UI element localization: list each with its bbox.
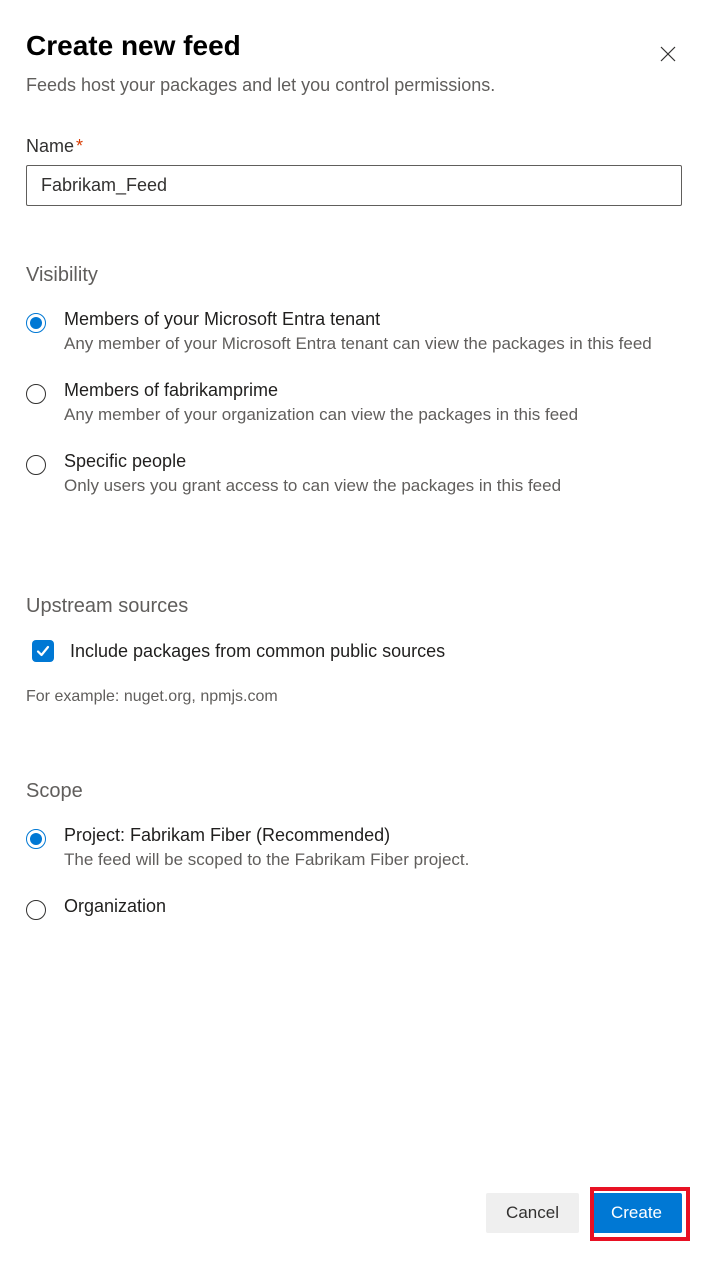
- close-button[interactable]: [654, 40, 682, 71]
- scope-option-project[interactable]: Project: Fabrikam Fiber (Recommended) Th…: [26, 825, 682, 872]
- scope-section-title: Scope: [26, 780, 682, 803]
- required-indicator: *: [76, 136, 83, 156]
- visibility-option-specific[interactable]: Specific people Only users you grant acc…: [26, 451, 682, 498]
- radio-icon: [26, 455, 46, 475]
- radio-title: Organization: [64, 896, 682, 917]
- page-subtitle: Feeds host your packages and let you con…: [26, 75, 682, 96]
- checkbox-label: Include packages from common public sour…: [70, 641, 445, 662]
- create-button[interactable]: Create: [591, 1193, 682, 1233]
- visibility-section-title: Visibility: [26, 264, 682, 287]
- radio-icon: [26, 900, 46, 920]
- radio-desc: The feed will be scoped to the Fabrikam …: [64, 848, 682, 872]
- radio-title: Project: Fabrikam Fiber (Recommended): [64, 825, 682, 846]
- radio-desc: Only users you grant access to can view …: [64, 474, 682, 498]
- scope-option-organization[interactable]: Organization: [26, 896, 682, 920]
- name-input[interactable]: [26, 165, 682, 206]
- page-title: Create new feed: [26, 30, 241, 62]
- radio-icon: [26, 829, 46, 849]
- upstream-section-title: Upstream sources: [26, 595, 682, 618]
- visibility-option-org[interactable]: Members of fabrikamprime Any member of y…: [26, 380, 682, 427]
- radio-icon: [26, 313, 46, 333]
- radio-title: Members of your Microsoft Entra tenant: [64, 309, 682, 330]
- radio-title: Specific people: [64, 451, 682, 472]
- cancel-button[interactable]: Cancel: [486, 1193, 579, 1233]
- radio-icon: [26, 384, 46, 404]
- radio-desc: Any member of your organization can view…: [64, 403, 682, 427]
- upstream-helper-text: For example: nuget.org, npmjs.com: [26, 688, 682, 706]
- upstream-checkbox[interactable]: Include packages from common public sour…: [32, 640, 682, 662]
- checkbox-checked-icon: [32, 640, 54, 662]
- name-label: Name*: [26, 136, 682, 157]
- radio-title: Members of fabrikamprime: [64, 380, 682, 401]
- visibility-option-entra[interactable]: Members of your Microsoft Entra tenant A…: [26, 309, 682, 356]
- close-icon: [660, 46, 676, 62]
- radio-desc: Any member of your Microsoft Entra tenan…: [64, 332, 682, 356]
